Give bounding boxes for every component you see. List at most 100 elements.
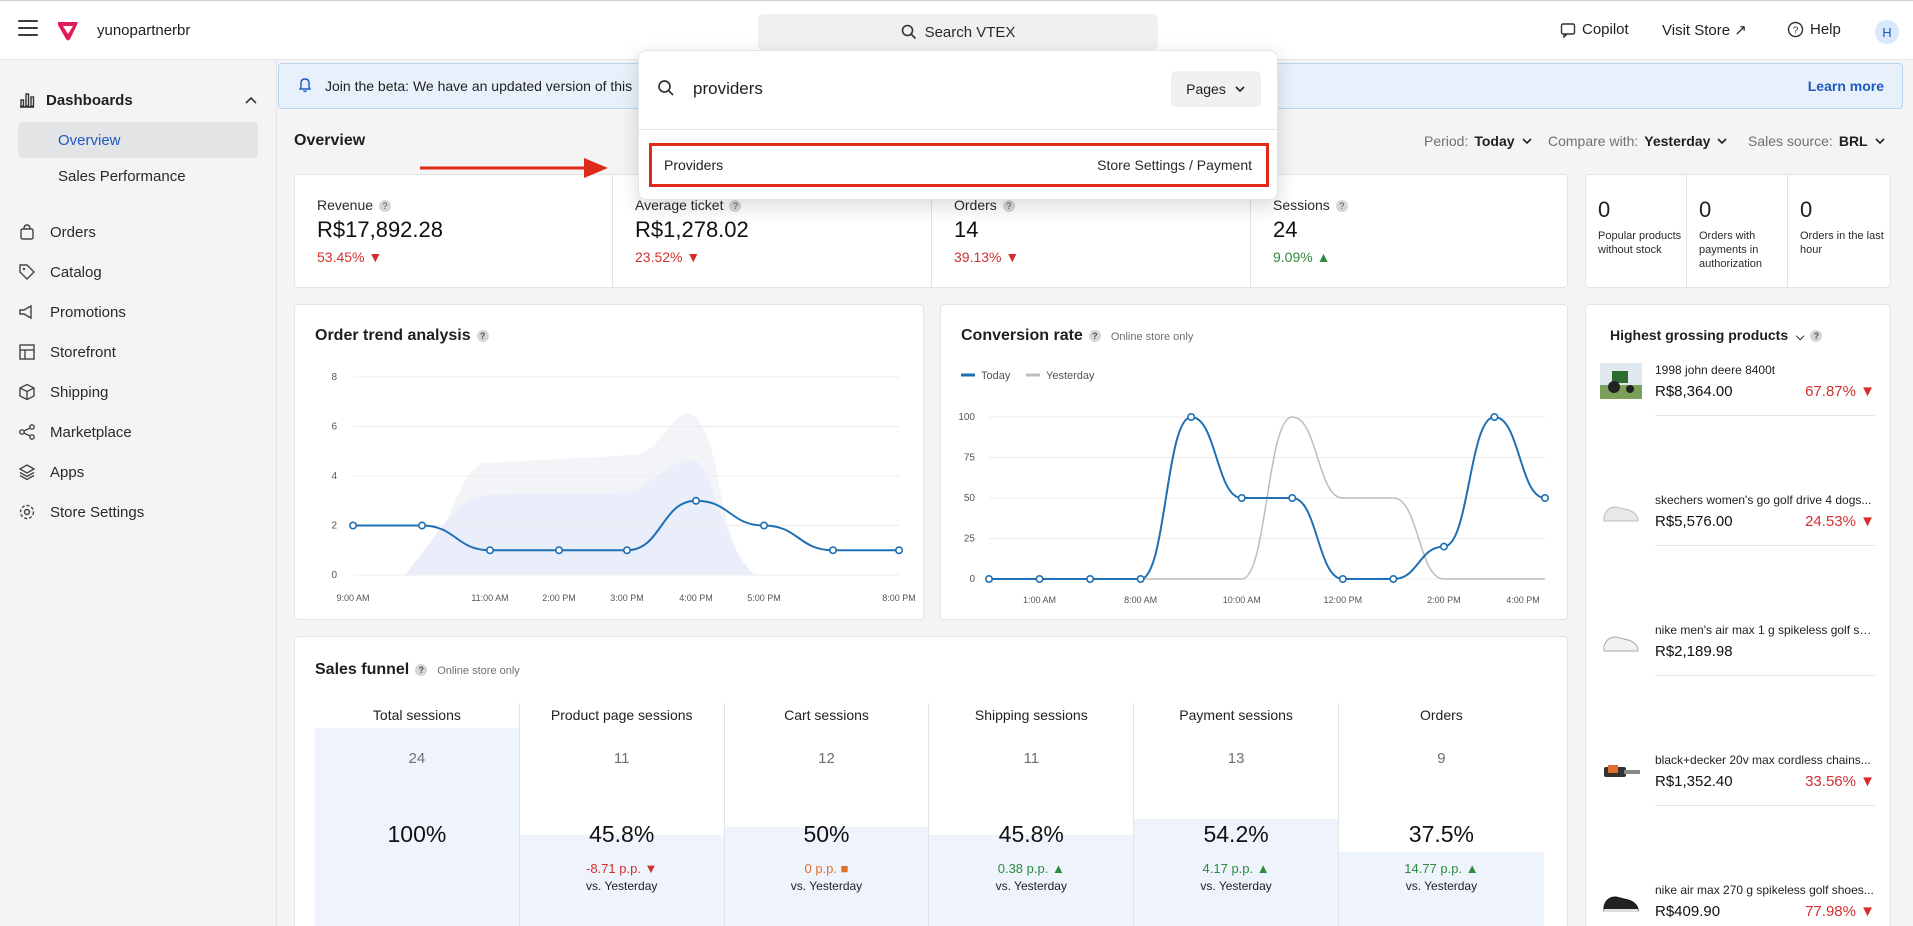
sidebar-item-label: Storefront [50,343,116,361]
alert-popular-no-stock[interactable]: 0 Popular products without stock [1586,175,1687,287]
copilot-label: Copilot [1582,21,1629,38]
help-icon[interactable]: ? [729,200,742,213]
sidebar-item-orders[interactable]: Orders [18,220,258,244]
layers-icon [18,463,36,481]
chevron-down-icon [1521,138,1532,145]
sidebar-item-label: Catalog [50,263,102,281]
page-title: Overview [294,132,366,149]
sidebar-section-dashboards[interactable]: Dashboards [18,88,258,112]
chevron-up-icon[interactable] [244,93,258,107]
help-icon[interactable]: ? [1002,200,1015,213]
sidebar-item-label: Orders [50,223,96,241]
product-price: R$2,189.98 [1655,643,1733,660]
sidebar-item-catalog[interactable]: Catalog [18,260,258,284]
funnel-change: -8.71 p.p. ▼ [520,861,724,876]
period-filter[interactable]: Period: Today [1424,133,1533,149]
help-icon[interactable]: ? [1335,200,1348,213]
funnel-column: Shipping sessions 11 45.8% 0.38 p.p. ▲ vs. Y… [929,703,1135,926]
data-point [984,574,993,583]
chevron-down-icon [1235,86,1245,93]
data-point [691,496,700,505]
metric-value: 14 [954,217,979,242]
funnel-change-value: 0 p.p. [804,861,841,876]
help-icon[interactable]: ? [415,663,428,676]
alert-payments-authorization[interactable]: 0 Orders with payments in authorization [1687,175,1788,287]
search-result-path: Store Settings / Payment [1097,157,1252,173]
data-point [622,546,631,555]
data-point [1187,413,1196,422]
product-item[interactable]: skechers women's go golf drive 4 dogs...… [1600,493,1875,623]
product-item[interactable]: nike men's air max 1 g spikeless golf sh… [1600,623,1875,753]
metric-value: 24 [1273,217,1298,242]
layout-icon [18,343,36,361]
metric-label: Sessions [1273,197,1330,213]
search-scope-select[interactable]: Pages [1171,71,1261,107]
funnel-count: 13 [1227,750,1245,767]
y-tick-label: 4 [331,471,337,482]
funnel-count: 12 [818,750,835,767]
sidebar-item-store-settings[interactable]: Store Settings [18,500,258,524]
arrow-down-icon: ▼ [1860,903,1875,920]
menu-icon[interactable] [18,20,38,38]
order-trend-card: Order trend analysis? 0 2 4 6 8 9:00 AM 11:00 … [294,304,924,620]
product-image-shoe [1600,623,1642,659]
product-name: nike men's air max 1 g spikeless golf sh… [1655,623,1875,637]
y-tick-label: 50 [964,493,976,504]
arrow-up-icon: ▲ [1316,249,1331,265]
product-name: nike air max 270 g spikeless golf shoes.… [1655,883,1874,897]
products-title[interactable]: Highest grossing products ⌵? [1610,327,1823,344]
product-item[interactable]: 1998 john deere 8400t R$8,364.00 67.87% … [1600,363,1875,493]
funnel-title: Sales funnel? Online store only [315,661,520,679]
search-bar[interactable]: Search VTEX [758,14,1158,50]
funnel-change-value: 14.77 p.p. [1404,861,1466,876]
funnel-note: Online store only [437,665,520,677]
copilot-button[interactable]: Copilot [1560,21,1629,38]
annotation-arrow [420,158,608,178]
search-result-title: Providers [664,157,724,173]
learn-more-link[interactable]: Learn more [1808,78,1884,94]
avatar[interactable]: H [1875,20,1899,44]
sidebar-item-storefront[interactable]: Storefront [18,340,258,364]
conversion-card: Conversion rate? Online store only 0 25 50 7… [940,304,1568,620]
metric-sessions: Sessions? 24 9.09% ▲ [1251,175,1567,287]
sales-source-filter[interactable]: Sales source: BRL [1748,133,1886,149]
vtex-logo[interactable] [56,19,80,43]
sidebar-item-promotions[interactable]: Promotions [18,300,258,324]
product-change: 33.56% [1805,773,1856,790]
y-tick-label: 100 [958,412,975,423]
alert-label: Orders with payments in authorization [1699,230,1762,270]
visit-store-button[interactable]: Visit Store ↗ [1662,21,1747,39]
alert-orders-last-hour[interactable]: 0 Orders in the last hour [1788,175,1890,287]
product-name: skechers women's go golf drive 4 dogs... [1655,493,1872,507]
sidebar-item-shipping[interactable]: Shipping [18,380,258,404]
sidebar-item-apps[interactable]: Apps [18,460,258,484]
sidebar-item-label: Store Settings [50,503,145,521]
sidebar-item-sales-performance[interactable]: Sales Performance [18,158,258,194]
sidebar-item-label: Promotions [50,303,126,321]
product-item[interactable]: black+decker 20v max cordless chains... … [1600,753,1875,883]
help-icon: ? [1787,21,1804,38]
account-name[interactable]: yunopartnerbr [97,22,190,39]
arrow-up-icon: ▲ [1051,861,1065,876]
funnel-change: 0 p.p. ■ [725,861,929,876]
data-point [1136,574,1145,583]
metric-value: R$17,892.28 [317,217,443,242]
sidebar-item-overview[interactable]: Overview [18,122,258,158]
funnel-title-text: Sales funnel [315,661,410,678]
alerts-card: 0 Popular products without stock 0 Order… [1585,174,1891,288]
sidebar-item-marketplace[interactable]: Marketplace [18,420,258,444]
help-icon[interactable]: ? [379,200,392,213]
search-result-providers[interactable]: Providers Store Settings / Payment [649,143,1269,187]
help-icon[interactable]: ? [1810,330,1823,343]
product-item[interactable]: nike air max 270 g spikeless golf shoes.… [1600,883,1875,926]
alert-label: Popular products without stock [1598,230,1682,256]
funnel-header: Orders [1420,707,1463,723]
search-input[interactable]: providers [693,79,763,99]
alert-label: Orders in the last hour [1800,230,1884,256]
help-button[interactable]: ? Help [1787,21,1841,38]
funnel-column: Orders 9 37.5% 14.77 p.p. ▲ vs. Yesterday [1339,703,1544,926]
funnel-column: Payment sessions 13 54.2% 4.17 p.p. ▲ vs. Ye… [1134,703,1339,926]
metric-change: 53.45% [317,249,365,265]
metric-revenue: Revenue? R$17,892.28 53.45% ▼ [295,175,613,287]
compare-filter[interactable]: Compare with: Yesterday [1548,133,1728,149]
